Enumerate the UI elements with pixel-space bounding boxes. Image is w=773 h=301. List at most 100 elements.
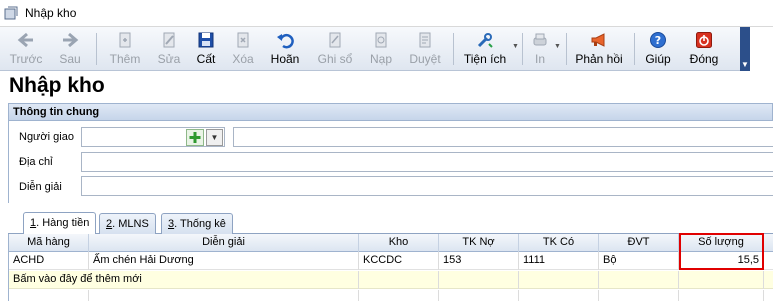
close-button[interactable]: Đóng [684, 27, 724, 71]
toolbar-overflow[interactable]: ▼ [740, 27, 773, 71]
column-header-unit[interactable]: ĐVT [599, 234, 679, 252]
toolbar-separator [566, 33, 567, 65]
quantity-highlight-box [679, 233, 764, 270]
deliverer-label: Người giao [19, 131, 74, 143]
undo-icon [277, 33, 294, 49]
edit-label: Sửa [157, 52, 181, 66]
add-button[interactable]: Thêm [104, 27, 146, 71]
print-button[interactable]: In [528, 27, 552, 71]
cell-code[interactable]: ACHD [9, 252, 89, 270]
deliverer-dropdown-button[interactable]: ▼ [206, 129, 223, 146]
toolbar-grip[interactable]: ▼ [740, 27, 750, 71]
tab-label: . Thống kê [174, 218, 226, 230]
utilities-button[interactable]: Tiện ích [460, 27, 510, 71]
column-header-debit-account[interactable]: TK Nợ [439, 234, 519, 252]
load-button[interactable]: Nạp [364, 27, 398, 71]
post-ledger-icon [329, 32, 341, 48]
cell-unit[interactable] [599, 290, 679, 301]
cell-unit[interactable]: Bộ [599, 252, 679, 270]
cell-warehouse[interactable]: KCCDC [359, 252, 439, 270]
print-label: In [534, 52, 545, 66]
utilities-label: Tiện ích [463, 52, 507, 66]
description-field[interactable] [81, 176, 773, 196]
cell-quantity[interactable] [679, 271, 764, 289]
undo-button[interactable]: Hoãn [266, 27, 304, 71]
cell-code[interactable] [9, 290, 89, 301]
cell-warehouse[interactable] [359, 290, 439, 301]
forward-label: Sau [59, 52, 81, 66]
arrow-right-icon [63, 32, 79, 48]
cell-unit[interactable] [599, 271, 679, 289]
cell-credit-account[interactable] [519, 290, 599, 301]
help-button[interactable]: ? Giúp [640, 27, 676, 71]
cell-credit-account[interactable] [519, 271, 599, 289]
tab-items-money[interactable]: 1. Hàng tiền [23, 212, 97, 235]
general-info-form: Người giao ▼ Địa chỉ Diễn giải [8, 121, 773, 203]
feedback-button[interactable]: Phản hồi [572, 27, 626, 71]
cell-debit-account[interactable] [439, 271, 519, 289]
close-label: Đóng [689, 52, 719, 66]
app-icon [4, 6, 18, 20]
cell-description[interactable] [89, 271, 359, 289]
address-label: Địa chỉ [19, 156, 53, 168]
toolbar-separator [453, 33, 454, 65]
post-button[interactable]: Ghi sổ [312, 27, 358, 71]
grid-header: Mã hàng Diễn giải Kho TK Nợ TK Có ĐVT Số… [9, 234, 773, 252]
cell-quantity[interactable] [679, 290, 764, 301]
cell-debit-account[interactable]: 153 [439, 252, 519, 270]
cell-warehouse[interactable] [359, 271, 439, 289]
print-dropdown-arrow-icon[interactable]: ▼ [554, 43, 561, 50]
tab-statistics[interactable]: 3. Thống kê [161, 213, 233, 235]
load-label: Nạp [369, 52, 392, 66]
tab-label: . MLNS [112, 218, 149, 230]
toolbar-separator [522, 33, 523, 65]
window-title: Nhập kho [25, 6, 77, 20]
column-header-description[interactable]: Diễn giải [89, 234, 359, 252]
approve-button[interactable]: Duyệt [404, 27, 446, 71]
new-row-hint[interactable]: Bấm vào đây để thêm mới [9, 271, 142, 289]
utilities-dropdown-arrow-icon[interactable]: ▼ [512, 43, 519, 50]
tab-mlns[interactable]: 2. MLNS [99, 213, 156, 235]
edit-button[interactable]: Sửa [152, 27, 186, 71]
edit-doc-icon [163, 32, 175, 48]
deliverer-name-field[interactable] [233, 127, 773, 147]
table-row[interactable]: ACHD Ấm chén Hải Dương KCCDC 153 1111 Bộ… [9, 252, 773, 270]
delete-doc-icon [237, 32, 249, 48]
description-label: Diễn giải [19, 181, 62, 193]
approve-icon [419, 32, 431, 48]
items-grid: Mã hàng Diễn giải Kho TK Nợ TK Có ĐVT Số… [8, 234, 773, 301]
svg-text:?: ? [655, 34, 661, 47]
approve-label: Duyệt [409, 52, 441, 66]
back-button[interactable]: Trước [4, 27, 48, 71]
plus-icon [189, 132, 201, 143]
column-header-code[interactable]: Mã hàng [9, 234, 89, 252]
save-label: Cất [196, 52, 216, 66]
load-icon [375, 32, 387, 48]
cell-description[interactable] [89, 290, 359, 301]
address-field[interactable] [81, 152, 773, 172]
title-bar: Nhập kho [0, 0, 773, 27]
detail-tabs: 1. Hàng tiền 2. MLNS 3. Thống kê [8, 209, 773, 235]
undo-label: Hoãn [270, 52, 300, 66]
column-header-credit-account[interactable]: TK Có [519, 234, 599, 252]
tools-icon [477, 33, 493, 48]
forward-button[interactable]: Sau [50, 27, 90, 71]
post-label: Ghi sổ [317, 52, 353, 66]
cell-debit-account[interactable] [439, 290, 519, 301]
add-label: Thêm [109, 52, 141, 66]
cell-description[interactable]: Ấm chén Hải Dương [89, 252, 359, 270]
tab-label: . Hàng tiền [36, 217, 90, 229]
cell-credit-account[interactable]: 1111 [519, 252, 599, 270]
delete-button[interactable]: Xóa [226, 27, 260, 71]
help-label: Giúp [645, 52, 671, 66]
section-header-general-info: Thông tin chung [8, 103, 773, 121]
page-title: Nhập kho [9, 74, 105, 97]
arrow-left-icon [17, 32, 33, 48]
deliverer-code-combo[interactable]: ▼ [81, 127, 225, 147]
add-deliverer-button[interactable] [186, 129, 204, 146]
print-icon [533, 33, 547, 46]
new-row[interactable]: Bấm vào đây để thêm mới [9, 271, 773, 289]
column-header-warehouse[interactable]: Kho [359, 234, 439, 252]
chevron-down-icon: ▼ [210, 133, 219, 142]
save-button[interactable]: Cất [190, 27, 222, 71]
